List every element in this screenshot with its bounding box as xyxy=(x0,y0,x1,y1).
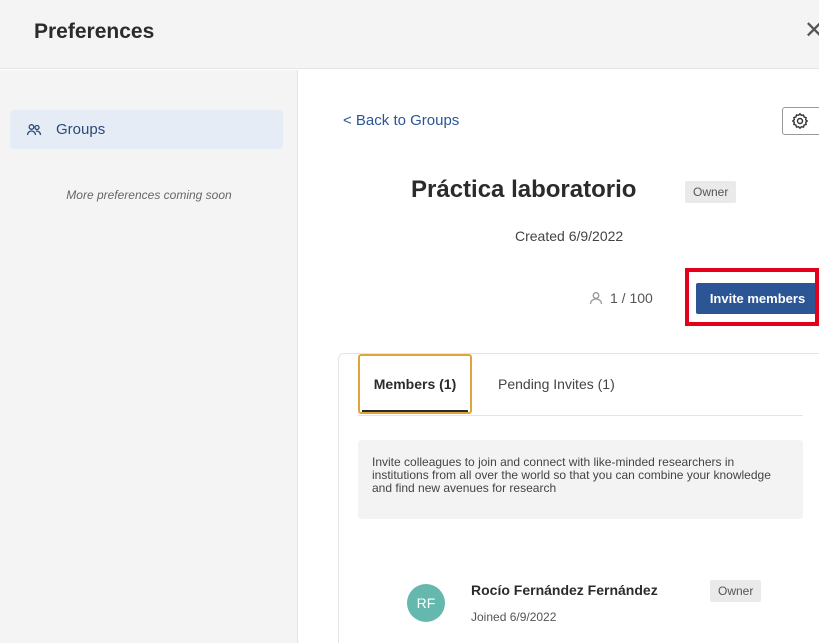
user-icon xyxy=(588,290,604,306)
sidebar-item-groups[interactable]: Groups xyxy=(10,110,283,149)
member-joined-date: Joined 6/9/2022 xyxy=(471,610,557,624)
member-row: RF Rocío Fernández Fernández Owner Joine… xyxy=(407,574,787,643)
created-date: Created 6/9/2022 xyxy=(515,228,624,244)
invite-members-button[interactable]: Invite members xyxy=(696,283,819,314)
tab-members[interactable]: Members (1) xyxy=(358,354,472,414)
group-name: Práctica laboratorio xyxy=(411,176,637,203)
member-name: Rocío Fernández Fernández xyxy=(471,582,658,598)
members-card: Members (1) Pending Invites (1) Invite c… xyxy=(338,353,819,643)
preferences-header: Preferences ✕ xyxy=(0,0,819,69)
invite-info-text: Invite colleagues to join and connect wi… xyxy=(358,440,803,519)
users-icon xyxy=(26,122,42,138)
avatar: RF xyxy=(407,584,445,622)
group-settings-button[interactable] xyxy=(782,107,819,135)
sidebar: Groups More preferences coming soon xyxy=(0,70,298,643)
close-icon[interactable]: ✕ xyxy=(804,18,819,44)
role-badge: Owner xyxy=(685,181,737,203)
back-to-groups-link[interactable]: < Back to Groups xyxy=(343,112,459,129)
member-count: 1 / 100 xyxy=(588,290,653,306)
coming-soon-text: More preferences coming soon xyxy=(66,188,232,202)
member-count-value: 1 / 100 xyxy=(610,290,653,306)
gear-icon xyxy=(791,112,809,130)
tab-bar: Members (1) Pending Invites (1) xyxy=(358,354,803,416)
page-title: Preferences xyxy=(34,20,155,43)
tab-pending-invites[interactable]: Pending Invites (1) xyxy=(498,354,615,414)
main-panel: < Back to Groups Práctica laboratorio Ow… xyxy=(299,70,819,643)
member-role-badge: Owner xyxy=(710,580,762,602)
sidebar-item-label: Groups xyxy=(56,121,106,138)
